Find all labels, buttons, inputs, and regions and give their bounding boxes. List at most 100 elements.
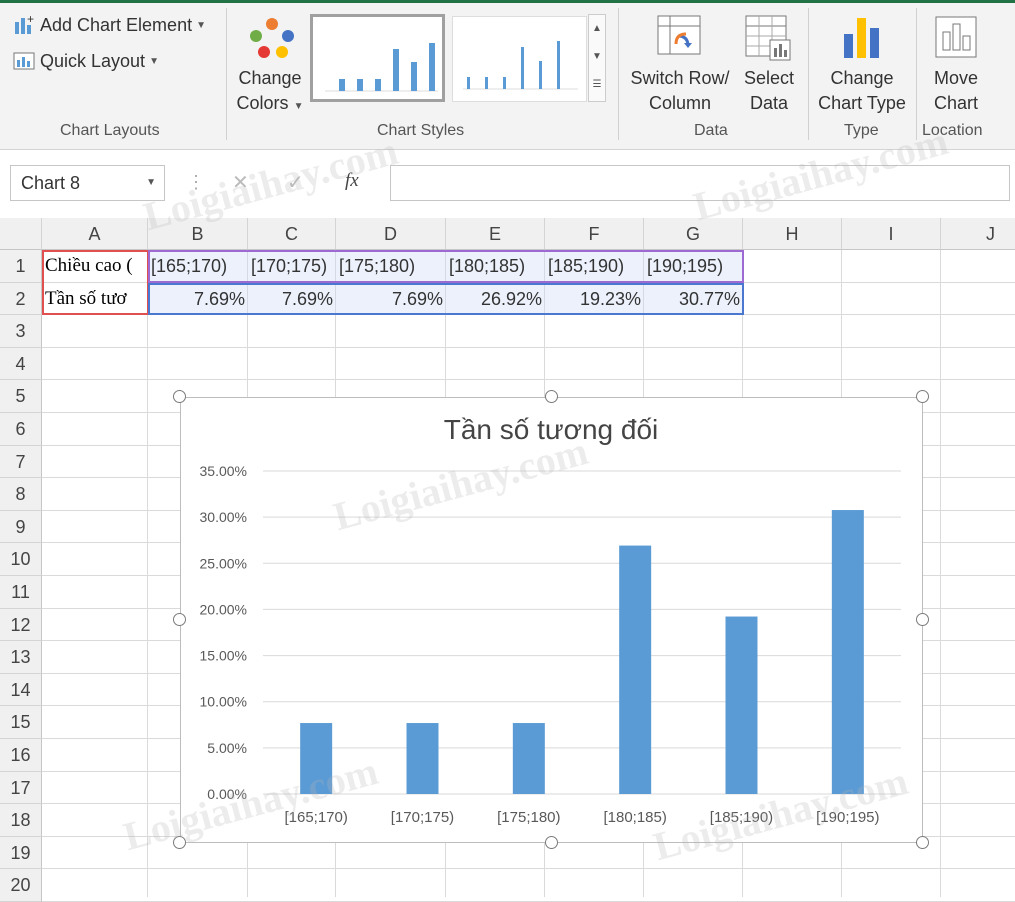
column-header-H[interactable]: H [743, 218, 842, 250]
ribbon-divider [916, 8, 917, 140]
switch-row-column-button[interactable]: Switch Row/ Column [624, 10, 736, 120]
column-header-G[interactable]: G [644, 218, 743, 250]
column-gridline [940, 250, 941, 897]
row-header-8[interactable]: 8 [0, 478, 42, 511]
chart-area[interactable]: Tần số tương đối 0.00% 5.00% 10.00% 15.00% 20… [180, 397, 923, 843]
row-header-16[interactable]: 16 [0, 739, 42, 772]
row-header-3[interactable]: 3 [0, 315, 42, 348]
move-chart-icon [935, 16, 977, 58]
location-group-label: Location [922, 122, 983, 139]
ribbon-divider [226, 8, 227, 140]
bar [300, 723, 333, 794]
enter-icon[interactable]: ✓ [287, 170, 304, 195]
chevron-down-icon[interactable]: ▼ [146, 177, 156, 188]
change-chart-type-button[interactable]: Change Chart Type [812, 10, 912, 120]
bar [725, 616, 758, 794]
chart-title: Tần số tương đối [444, 414, 659, 445]
move-chart-button[interactable]: Move Chart [920, 10, 992, 120]
ribbon-divider [618, 8, 619, 140]
column-header-D[interactable]: D [336, 218, 446, 250]
row-header-20[interactable]: 20 [0, 869, 42, 902]
bar-chart: Tần số tương đối 0.00% 5.00% 10.00% 15.00% 20… [200, 414, 901, 826]
row-header-1[interactable]: 1 [0, 250, 42, 283]
change-chart-type-label-2: Chart Type [818, 93, 906, 113]
column-header-E[interactable]: E [446, 218, 545, 250]
chart-style-1-preview [325, 43, 438, 92]
column-header-B[interactable]: B [148, 218, 248, 250]
x-tick-label: [175;180) [497, 809, 560, 826]
row-header-17[interactable]: 17 [0, 771, 42, 805]
select-all-corner[interactable] [0, 218, 42, 250]
row-header-6[interactable]: 6 [0, 413, 42, 446]
column-header-I[interactable]: I [842, 218, 941, 250]
select-data-label-2: Data [749, 93, 789, 113]
quick-layout-label: Quick Layout [40, 50, 146, 71]
x-tick-label: [170;175) [391, 809, 454, 826]
row-header-11[interactable]: 11 [0, 576, 42, 609]
name-box-value: Chart 8 [21, 173, 81, 193]
column-header-F[interactable]: F [545, 218, 644, 250]
column-header-C[interactable]: C [248, 218, 336, 250]
row-header-15[interactable]: 15 [0, 706, 42, 739]
ribbon-divider [808, 8, 809, 140]
resize-handle[interactable] [916, 390, 929, 403]
x-tick-label: [180;185) [603, 809, 666, 826]
change-colors-button[interactable]: Change Colors ▼ [232, 10, 308, 120]
bar [619, 545, 652, 794]
add-chart-element-button[interactable]: + Add Chart Element ▼ [12, 14, 206, 36]
x-tick-label: [190;195) [816, 809, 879, 826]
resize-handle[interactable] [544, 836, 558, 849]
row-header-14[interactable]: 14 [0, 673, 42, 707]
x-tick-label: [165;170) [284, 809, 347, 826]
change-colors-label-1: Change [238, 68, 302, 88]
row-header-10[interactable]: 10 [0, 543, 42, 576]
row-gridline [42, 379, 1015, 381]
y-tick-label: 30.00% [200, 509, 247, 525]
resize-handle[interactable] [173, 836, 186, 849]
row-header-12[interactable]: 12 [0, 608, 42, 642]
row-header-7[interactable]: 7 [0, 445, 42, 479]
quick-layout-button[interactable]: Quick Layout ▼ [12, 50, 159, 72]
name-box[interactable]: Chart 8 ▼ [10, 165, 165, 201]
row-header-2[interactable]: 2 [0, 282, 42, 316]
resize-handle[interactable] [916, 613, 929, 626]
column-header-J[interactable]: J [941, 218, 1015, 250]
palette-icon [250, 18, 294, 58]
formula-input[interactable] [390, 165, 1010, 201]
bar [831, 510, 864, 794]
scroll-down-icon[interactable]: ▼ [589, 43, 605, 71]
chevron-down-icon: ▼ [293, 101, 304, 112]
scroll-up-icon[interactable]: ▲ [589, 15, 605, 43]
cancel-icon[interactable]: ✕ [232, 170, 249, 195]
move-chart-label-1: Move [933, 68, 978, 88]
chart-style-2[interactable] [452, 16, 587, 102]
change-chart-type-icon [844, 18, 879, 58]
column-header-A[interactable]: A [42, 218, 148, 250]
select-data-label-1: Select [743, 68, 795, 88]
row-header-18[interactable]: 18 [0, 804, 42, 837]
y-tick-label: 5.00% [207, 740, 247, 756]
resize-handle[interactable] [916, 836, 929, 849]
more-styles-icon[interactable]: ☰ [589, 71, 605, 99]
chart-styles-scroll[interactable]: ▲ ▼ ☰ [588, 14, 606, 102]
category-range [148, 250, 744, 283]
row-header-13[interactable]: 13 [0, 641, 42, 674]
resize-handle[interactable] [173, 613, 186, 626]
row-header-4[interactable]: 4 [0, 347, 42, 381]
switch-row-label-2: Column [648, 93, 712, 113]
svg-text:+: + [27, 14, 34, 26]
row-header-19[interactable]: 19 [0, 836, 42, 870]
select-data-button[interactable]: Select Data [738, 10, 800, 120]
row-header-5[interactable]: 5 [0, 380, 42, 413]
resize-handle[interactable] [544, 390, 558, 403]
insert-function-button[interactable]: fx [345, 170, 359, 192]
resize-handle[interactable] [173, 390, 186, 403]
y-tick-label: 0.00% [207, 786, 247, 802]
bar [512, 723, 545, 794]
y-tick-label: 15.00% [200, 648, 247, 664]
quick-layout-icon [13, 52, 35, 70]
series-name-range [42, 250, 149, 316]
change-colors-label-2: Colors [236, 93, 289, 113]
chart-style-1[interactable] [310, 14, 445, 102]
row-header-9[interactable]: 9 [0, 510, 42, 544]
